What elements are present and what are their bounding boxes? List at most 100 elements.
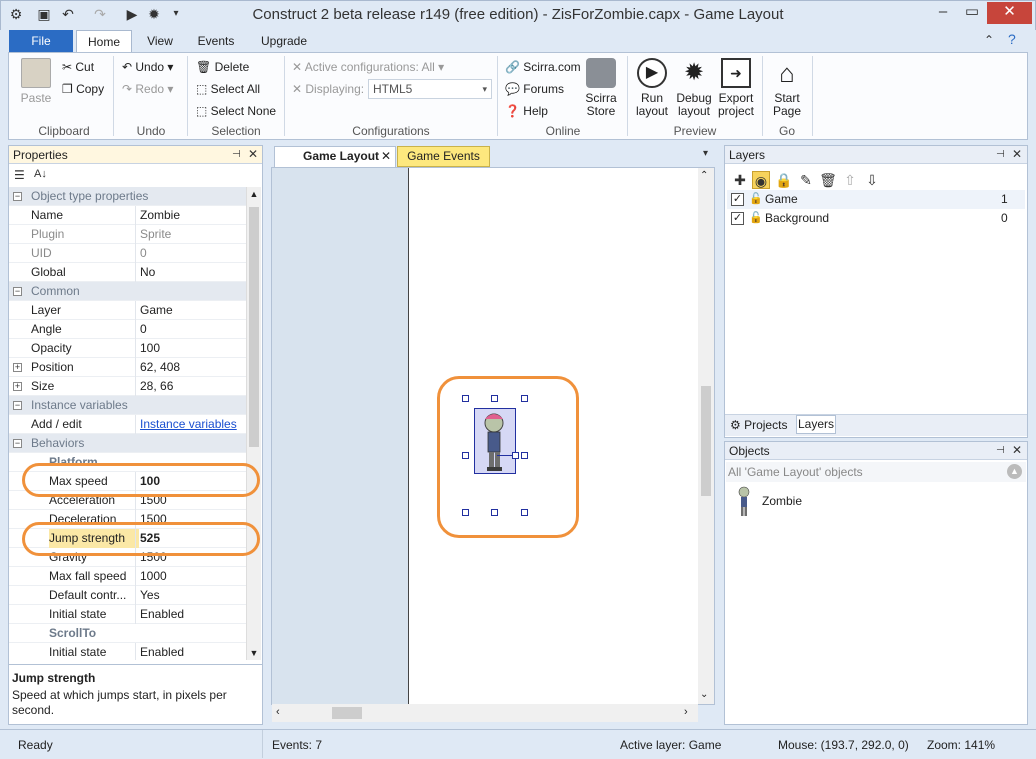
property-row[interactable]: Add / edit Instance variables [9,415,246,434]
layer-row[interactable]: ✓ 🔓 Game 1 [727,190,1025,209]
copy-button[interactable]: ❐ Copy [62,82,104,96]
editor-horizontal-scrollbar[interactable]: ‹ › [272,704,698,722]
resize-handle[interactable] [521,452,528,459]
pin-icon[interactable]: ⊣ [996,445,1005,456]
property-value[interactable]: 62, 408 [140,358,180,377]
collapse-icon[interactable]: − [13,439,22,448]
run-layout-button[interactable]: ▶ Run layout [633,58,671,118]
layer-row[interactable]: ✓ 🔓 Background 0 [727,209,1025,228]
tab-upgrade[interactable]: Upgrade [254,30,314,52]
property-value[interactable]: 0 [140,244,147,263]
resize-handle[interactable] [462,395,469,402]
paste-button[interactable]: Paste [18,58,54,105]
scroll-thumb[interactable] [332,707,362,719]
undo-button[interactable]: ↶ Undo ▾ [122,60,173,74]
property-value[interactable]: 100 [140,339,160,358]
scroll-down-icon[interactable]: ⌄ [700,689,708,700]
tab-events[interactable]: Events [192,30,240,52]
export-project-button[interactable]: ➜ Export project [716,58,756,118]
properties-scrollbar[interactable]: ▲ ▼ [246,187,261,660]
resize-handle[interactable] [521,395,528,402]
resize-handle[interactable] [521,509,528,516]
close-tab-icon[interactable]: ✕ [381,147,391,166]
resize-handle[interactable] [462,509,469,516]
tab-layers[interactable]: Layers [796,415,836,434]
minimize-button[interactable]: – [928,2,958,24]
move-down-icon[interactable]: ⇩ [863,171,881,189]
pencil-icon[interactable]: ✎ [797,171,815,189]
property-category[interactable]: − Instance variables [9,396,246,415]
property-row[interactable]: Initial state Enabled [9,643,246,660]
property-row[interactable]: Max fall speed 1000 [9,567,246,586]
scroll-down-icon[interactable]: ▼ [248,648,260,658]
property-value[interactable]: Enabled [140,605,184,624]
expand-icon[interactable]: + [13,382,22,391]
property-row[interactable]: Global No [9,263,246,282]
property-row[interactable]: Angle 0 [9,320,246,339]
tab-game-events[interactable]: Game Events [397,146,490,167]
close-button[interactable]: ✕ [987,2,1032,24]
property-row[interactable]: Initial state Enabled [9,605,246,624]
property-category[interactable]: − Common [9,282,246,301]
property-row[interactable]: + Position 62, 408 [9,358,246,377]
tab-view[interactable]: View [140,30,180,52]
property-value[interactable]: Yes [140,586,160,605]
property-value[interactable]: 1000 [140,567,167,586]
delete-button[interactable]: 🗑 Delete [196,60,249,74]
property-value[interactable]: Sprite [140,225,171,244]
cut-button[interactable]: ✂ Cut [62,60,94,74]
property-value[interactable]: 28, 66 [140,377,173,396]
expand-icon[interactable]: + [13,363,22,372]
help-link[interactable]: ❓ Help [505,104,548,118]
select-all-button[interactable]: ⬚ Select All [196,82,260,96]
displaying-select[interactable]: HTML5 ▾ [368,79,492,99]
resize-handle[interactable] [491,395,498,402]
select-none-button[interactable]: ⬚ Select None [196,104,276,118]
trash-icon[interactable]: 🗑 [819,171,837,189]
debug-layout-button[interactable]: ✹ Debug layout [674,58,714,118]
tab-list-dropdown-icon[interactable]: ▾ [703,148,708,159]
zombie-sprite-instance[interactable] [474,408,516,474]
move-up-icon[interactable]: ⇧ [841,171,859,189]
property-row[interactable]: Name Zombie [9,206,246,225]
maximize-button[interactable]: ▭ [957,2,987,24]
active-configurations-button[interactable]: ✕ Active configurations: All ▾ [292,60,444,74]
resize-handle[interactable] [491,509,498,516]
editor-vertical-scrollbar[interactable]: ⌃ ⌄ [698,168,714,704]
scroll-left-icon[interactable]: ‹ [276,706,280,718]
behavior-subcategory[interactable]: ScrollTo [9,624,246,643]
property-row[interactable]: Default contr... Yes [9,586,246,605]
tab-game-layout[interactable]: Game Layout ✕ [274,146,396,167]
unlock-icon[interactable]: 🔓 [749,190,763,209]
lock-icon[interactable]: 🔒 [775,171,793,189]
start-page-button[interactable]: ⌂ Start Page [768,58,806,118]
collapse-icon[interactable]: − [13,287,22,296]
scroll-right-icon[interactable]: › [684,706,688,718]
scroll-thumb[interactable] [249,207,259,447]
redo-button[interactable]: ↷ Redo ▾ [122,82,173,96]
categorized-sort-icon[interactable]: ☰ [14,168,25,182]
property-row[interactable]: Opacity 100 [9,339,246,358]
close-icon[interactable]: ✕ [1012,147,1022,161]
tab-file[interactable]: File [9,30,73,52]
property-row[interactable]: UID 0 [9,244,246,263]
up-level-icon[interactable]: ▲ [1007,464,1022,479]
property-row[interactable]: + Size 28, 66 [9,377,246,396]
collapse-icon[interactable]: − [13,192,22,201]
property-value[interactable]: Zombie [140,206,180,225]
pin-icon[interactable]: ⊣ [232,149,241,160]
alphabetical-sort-icon[interactable]: A↓ [34,168,47,180]
property-row[interactable]: Layer Game [9,301,246,320]
scroll-up-icon[interactable]: ⌃ [700,170,708,181]
property-value[interactable]: Enabled [140,643,184,660]
minimize-ribbon-icon[interactable]: ⌃ [984,33,994,47]
layer-visible-checkbox[interactable]: ✓ [731,212,744,225]
resize-handle[interactable] [462,452,469,459]
scirra-store-button[interactable]: Scirra Store [581,58,621,118]
scroll-up-icon[interactable]: ▲ [248,189,260,199]
image-point-handle[interactable] [512,452,519,459]
eye-icon[interactable]: ◉ [752,171,770,189]
close-icon[interactable]: ✕ [1012,443,1022,457]
objects-filter[interactable]: All 'Game Layout' objects ▲ [726,462,1026,482]
tab-projects[interactable]: ⚙ Projects [730,416,787,434]
